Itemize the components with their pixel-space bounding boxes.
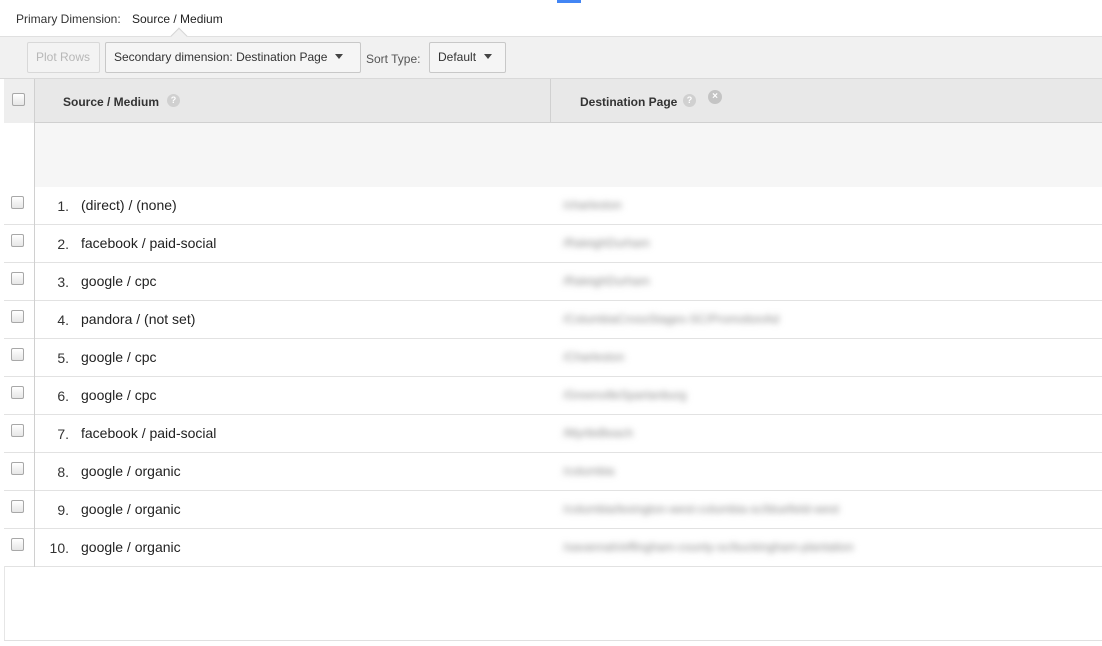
- row-number: 6.: [57, 388, 69, 404]
- row-number: 3.: [57, 274, 69, 290]
- table-row: 1. (direct) / (none) /charleston: [4, 187, 1102, 225]
- row-select-cell: [4, 491, 35, 529]
- summary-spacer: [4, 123, 35, 187]
- destination-page-link[interactable]: /savannah/effingham-county-sc/buckingham…: [563, 540, 854, 554]
- destination-cell: /savannah/effingham-county-sc/buckingham…: [551, 529, 976, 567]
- destination-cell: /RaleighDurham: [551, 263, 976, 301]
- destination-page-link[interactable]: /columbia: [563, 464, 614, 478]
- row-number: 9.: [57, 502, 69, 518]
- row-checkbox[interactable]: [11, 500, 24, 513]
- destination-cell: /columbia/lexington-west-columbia-sc/blu…: [551, 491, 976, 529]
- row-checkbox[interactable]: [11, 386, 24, 399]
- column-header-source-medium[interactable]: Source / Medium ?: [35, 79, 551, 123]
- secondary-dimension-dropdown[interactable]: Secondary dimension: Destination Page: [105, 42, 361, 73]
- primary-dimension-value[interactable]: Source / Medium: [132, 12, 223, 26]
- table-row: 3. google / cpc /RaleighDurham: [4, 263, 1102, 301]
- primary-dimension-bar: Primary Dimension: Source / Medium: [0, 0, 1102, 45]
- row-number: 4.: [57, 312, 69, 328]
- source-medium-link[interactable]: pandora / (not set): [81, 311, 195, 327]
- source-medium-link[interactable]: google / organic: [81, 539, 181, 555]
- source-medium-link[interactable]: facebook / paid-social: [81, 235, 216, 251]
- row-select-cell: [4, 339, 35, 377]
- source-medium-link[interactable]: google / cpc: [81, 349, 157, 365]
- table-row: 7. facebook / paid-social /MyrtleBeach: [4, 415, 1102, 453]
- column-header-label: Source / Medium: [63, 95, 160, 109]
- table-bottom-border: [4, 640, 1102, 641]
- column-header-label: Destination Page: [580, 95, 678, 109]
- row-number: 8.: [57, 464, 69, 480]
- destination-page-link[interactable]: /RaleighDurham: [563, 236, 650, 250]
- destination-page-link[interactable]: /GreenvilleSpartanburg: [563, 388, 686, 402]
- source-medium-link[interactable]: facebook / paid-social: [81, 425, 216, 441]
- plot-rows-label: Plot Rows: [36, 50, 91, 64]
- destination-page-link[interactable]: /ColumbiaCrossStages-SC/PromotionAd: [563, 312, 779, 326]
- destination-page-link[interactable]: /Charleston: [563, 350, 624, 364]
- row-checkbox[interactable]: [11, 196, 24, 209]
- source-medium-link[interactable]: google / organic: [81, 501, 181, 517]
- table-row: 4. pandora / (not set) /ColumbiaCrossSta…: [4, 301, 1102, 339]
- remove-dimension-icon[interactable]: ×: [708, 90, 722, 104]
- destination-page-link[interactable]: /columbia/lexington-west-columbia-sc/blu…: [563, 502, 839, 516]
- summary-row: [4, 123, 1102, 187]
- help-icon[interactable]: ?: [167, 94, 180, 107]
- row-select-cell: [4, 187, 35, 225]
- destination-cell: /GreenvilleSpartanburg: [551, 377, 976, 415]
- table-row: 5. google / cpc /Charleston: [4, 339, 1102, 377]
- table-row: 8. google / organic /columbia: [4, 453, 1102, 491]
- destination-cell: /MyrtleBeach: [551, 415, 976, 453]
- table-row: 6. google / cpc /GreenvilleSpartanburg: [4, 377, 1102, 415]
- column-header-destination-page[interactable]: Destination Page ? ×: [551, 79, 1102, 123]
- row-number: 1.: [57, 198, 69, 214]
- table-left-border: [4, 566, 5, 640]
- table-body: 1. (direct) / (none) /charleston 2. face…: [4, 187, 1102, 567]
- row-select-cell: [4, 301, 35, 339]
- sort-type-label: Sort Type:: [366, 52, 421, 66]
- row-select-cell: [4, 453, 35, 491]
- table-header: Source / Medium ? Destination Page ? ×: [4, 79, 1102, 123]
- row-select-cell: [4, 415, 35, 453]
- table-row: 9. google / organic /columbia/lexington-…: [4, 491, 1102, 529]
- row-checkbox[interactable]: [11, 310, 24, 323]
- row-select-cell: [4, 377, 35, 415]
- row-number: 2.: [57, 236, 69, 252]
- destination-cell: /RaleighDurham: [551, 225, 976, 263]
- summary-cell: [35, 123, 1102, 187]
- source-medium-link[interactable]: google / organic: [81, 463, 181, 479]
- table-row: 2. facebook / paid-social /RaleighDurham: [4, 225, 1102, 263]
- destination-page-link[interactable]: /RaleighDurham: [563, 274, 650, 288]
- help-icon[interactable]: ?: [683, 94, 696, 107]
- destination-cell: /columbia: [551, 453, 976, 491]
- row-select-cell: [4, 225, 35, 263]
- table-row: 10. google / organic /savannah/effingham…: [4, 529, 1102, 567]
- row-checkbox[interactable]: [11, 538, 24, 551]
- secondary-dimension-label: Secondary dimension: Destination Page: [114, 50, 328, 64]
- primary-dimension-label: Primary Dimension:: [16, 12, 121, 26]
- source-medium-link[interactable]: google / cpc: [81, 273, 157, 289]
- row-checkbox[interactable]: [11, 462, 24, 475]
- sort-type-dropdown[interactable]: Default: [429, 42, 506, 73]
- sort-type-value: Default: [438, 50, 477, 64]
- destination-cell: /charleston: [551, 187, 976, 225]
- chevron-down-icon: [335, 54, 344, 60]
- plot-rows-button[interactable]: Plot Rows: [27, 42, 100, 73]
- row-checkbox[interactable]: [11, 348, 24, 361]
- row-checkbox[interactable]: [11, 424, 24, 437]
- source-medium-link[interactable]: google / cpc: [81, 387, 157, 403]
- select-all-cell: [4, 79, 35, 123]
- row-checkbox[interactable]: [11, 272, 24, 285]
- row-select-cell: [4, 529, 35, 567]
- row-select-cell: [4, 263, 35, 301]
- source-medium-link[interactable]: (direct) / (none): [81, 197, 177, 213]
- destination-page-link[interactable]: /MyrtleBeach: [563, 426, 633, 440]
- chevron-down-icon: [484, 54, 493, 60]
- select-all-checkbox[interactable]: [12, 93, 25, 106]
- row-number: 7.: [57, 426, 69, 442]
- destination-page-link[interactable]: /charleston: [563, 198, 622, 212]
- row-checkbox[interactable]: [11, 234, 24, 247]
- table-toolbar: Plot Rows Secondary dimension: Destinati…: [0, 37, 1102, 79]
- destination-cell: /ColumbiaCrossStages-SC/PromotionAd: [551, 301, 976, 339]
- row-number: 5.: [57, 350, 69, 366]
- row-number: 10.: [49, 540, 69, 556]
- destination-cell: /Charleston: [551, 339, 976, 377]
